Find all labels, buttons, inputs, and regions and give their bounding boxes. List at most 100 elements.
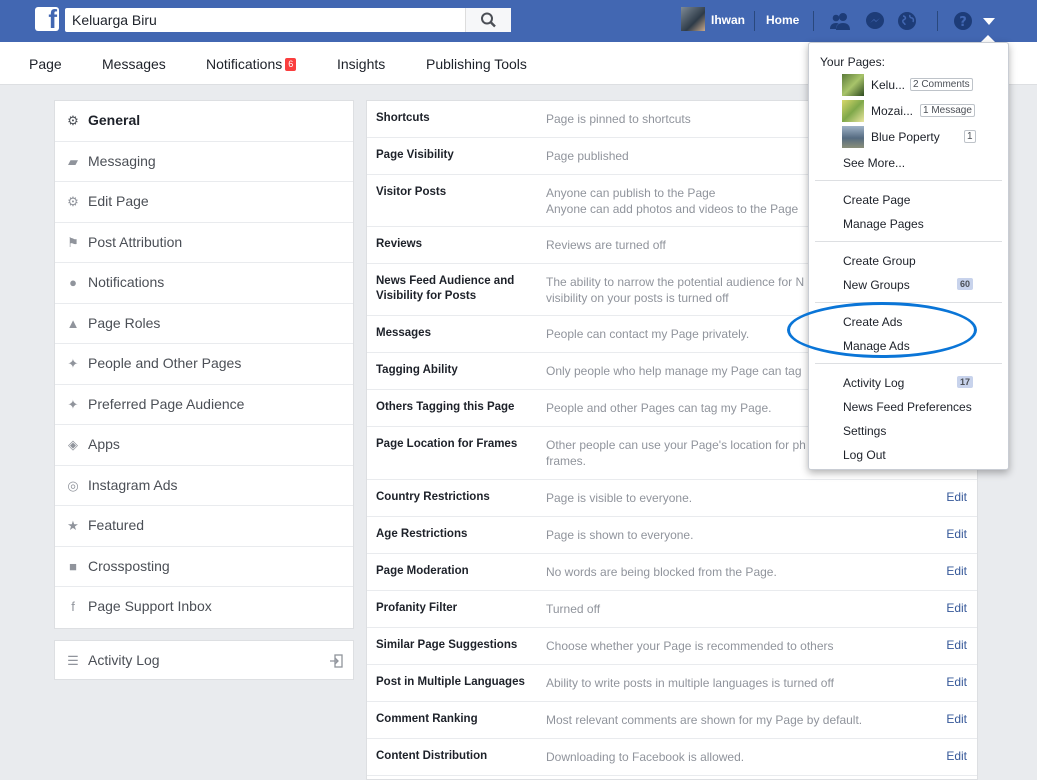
instagram-icon: ◎ — [67, 477, 79, 493]
tab-publishing-tools[interactable]: Publishing Tools — [426, 56, 527, 72]
sidebar-item-general[interactable]: ⚙ General — [55, 101, 353, 142]
sidebar-item-edit-page[interactable]: ⚙ Edit Page — [55, 182, 353, 223]
settings-row[interactable]: Post in Multiple Languages Ability to wri… — [367, 665, 977, 702]
see-more-link[interactable]: See More... — [843, 156, 905, 170]
setting-value: Turned off — [546, 602, 601, 616]
settings-row[interactable]: Page Moderation No words are being blocke… — [367, 554, 977, 591]
sidebar-item-label: Apps — [88, 436, 120, 452]
sidebar-item-people-and-other-pages[interactable]: ✦ People and Other Pages — [55, 344, 353, 385]
settings-row[interactable]: Age Restrictions Page is shown to everyon… — [367, 517, 977, 554]
sidebar-item-instagram-ads[interactable]: ◎ Instagram Ads — [55, 466, 353, 506]
video-icon: ■ — [69, 558, 77, 574]
manage-pages-link[interactable]: Manage Pages — [843, 217, 924, 231]
setting-label: Content Distribution — [376, 750, 488, 762]
person-icon: ▲ — [66, 315, 80, 331]
star-icon: ★ — [67, 518, 79, 533]
your-page-item[interactable]: Mozai... 1 Message — [842, 100, 1002, 122]
sidebar-item-label: Notifications — [88, 274, 165, 290]
settings-sidebar: ⚙ General ▰ Messaging ⚙ Edit Page ⚑ Post Attrib… — [54, 100, 354, 629]
list-icon: ☰ — [67, 653, 79, 668]
edit-link[interactable]: Edit — [946, 601, 967, 615]
activity-log-link[interactable]: Activity Log — [843, 376, 904, 390]
settings-row[interactable]: Profanity Filter Turned off Edit — [367, 591, 977, 628]
account-dropdown-menu: Your Pages: Kelu... 2 Comments Mozai... … — [808, 42, 1009, 470]
sidebar-item-messaging[interactable]: ▰ Messaging — [55, 142, 353, 182]
sidebar-item-preferred-page-audience[interactable]: ✦ Preferred Page Audience — [55, 385, 353, 425]
setting-label: Others Tagging this Page — [376, 401, 515, 413]
sidebar-item-label: Post Attribution — [88, 233, 183, 250]
help-icon[interactable]: ? — [952, 11, 974, 31]
chat-icon: ▰ — [68, 153, 78, 169]
settings-row[interactable]: Country Restrictions Page is visible to e… — [367, 480, 977, 517]
sidebar-item-page-roles[interactable]: ▲ Page Roles — [55, 304, 353, 344]
setting-label: Page Moderation — [376, 565, 469, 577]
highlight-ellipse — [787, 302, 977, 358]
page-name: Kelu... — [871, 78, 906, 92]
setting-label: Similar Page Suggestions — [376, 639, 518, 651]
your-page-item[interactable]: Kelu... 2 Comments — [842, 74, 1002, 96]
home-link[interactable]: Home — [766, 13, 799, 27]
divider — [937, 11, 938, 31]
setting-label: Page Visibility — [376, 149, 454, 161]
messenger-icon[interactable] — [864, 11, 886, 31]
sidebar-item-apps[interactable]: ◈ Apps — [55, 425, 353, 466]
globe-notifications-icon[interactable] — [896, 11, 918, 31]
notifications-count-badge: 6 — [285, 58, 297, 71]
edit-link[interactable]: Edit — [946, 490, 967, 504]
friend-requests-icon[interactable] — [829, 11, 851, 31]
avatar — [681, 7, 705, 31]
settings-row[interactable]: Content Distribution Downloading to Faceb… — [367, 739, 977, 776]
setting-value: Page is shown to everyone. — [546, 528, 694, 542]
page-thumbnail — [842, 100, 864, 122]
account-menu-caret-icon[interactable] — [982, 11, 1004, 31]
news-feed-preferences-link[interactable]: News Feed Preferences — [843, 400, 972, 414]
setting-value: Downloading to Facebook is allowed. — [546, 750, 745, 764]
setting-label: Country Restrictions — [376, 491, 490, 503]
settings-row[interactable]: Comment Ranking Most relevant comments ar… — [367, 702, 977, 739]
facebook-logo-icon[interactable]: f — [35, 4, 59, 34]
cube-icon: ◈ — [68, 437, 78, 452]
sidebar-activity-log[interactable]: ☰ Activity Log — [54, 640, 354, 680]
tab-messages[interactable]: Messages — [102, 56, 166, 72]
sidebar-item-crossposting[interactable]: ■ Crossposting — [55, 547, 353, 587]
setting-label: Page Location for Frames — [376, 438, 518, 450]
edit-link[interactable]: Edit — [946, 712, 967, 726]
settings-row[interactable]: Similar Page Suggestions Choose whether y… — [367, 628, 977, 665]
settings-link[interactable]: Settings — [843, 424, 886, 438]
search-box — [65, 8, 511, 32]
edit-link[interactable]: Edit — [946, 675, 967, 689]
create-page-link[interactable]: Create Page — [843, 193, 910, 207]
setting-value: Page is visible to everyone. — [546, 491, 693, 505]
edit-link[interactable]: Edit — [946, 527, 967, 541]
sidebar-item-page-support-inbox[interactable]: f Page Support Inbox — [55, 587, 353, 628]
sidebar-item-label: Activity Log — [88, 652, 160, 668]
search-icon — [481, 12, 496, 28]
create-group-link[interactable]: Create Group — [843, 254, 916, 268]
sidebar-item-post-attribution[interactable]: ⚑ Post Attribution — [55, 223, 353, 263]
tab-page[interactable]: Page — [29, 56, 62, 72]
sidebar-item-label: Messaging — [88, 152, 156, 169]
person-star-icon: ✦ — [67, 396, 79, 412]
search-button[interactable] — [465, 8, 511, 32]
sidebar-item-notifications[interactable]: ● Notifications — [55, 263, 353, 304]
tab-notifications[interactable]: Notifications 6 — [206, 56, 297, 72]
edit-link[interactable]: Edit — [946, 638, 967, 652]
setting-label: Messages — [376, 327, 431, 339]
sidebar-item-featured[interactable]: ★ Featured — [55, 506, 353, 547]
your-page-item[interactable]: Blue Poperty 1 — [842, 126, 1002, 148]
setting-label: Comment Ranking — [376, 713, 478, 725]
edit-link[interactable]: Edit — [946, 749, 967, 763]
log-out-link[interactable]: Log Out — [843, 448, 886, 462]
tab-insights[interactable]: Insights — [337, 56, 385, 72]
exit-arrow-icon — [330, 654, 343, 668]
divider — [815, 363, 1002, 364]
search-input[interactable] — [72, 11, 462, 29]
svg-text:?: ? — [959, 15, 967, 30]
page-name: Mozai... — [871, 104, 914, 118]
new-groups-link[interactable]: New Groups — [843, 278, 910, 292]
setting-value: Choose whether your Page is recommended … — [546, 639, 834, 653]
sidebar-item-label: Instagram Ads — [88, 476, 178, 493]
edit-link[interactable]: Edit — [946, 564, 967, 578]
setting-value: Most relevant comments are shown for my … — [546, 713, 863, 727]
page-thumbnail — [842, 126, 864, 148]
